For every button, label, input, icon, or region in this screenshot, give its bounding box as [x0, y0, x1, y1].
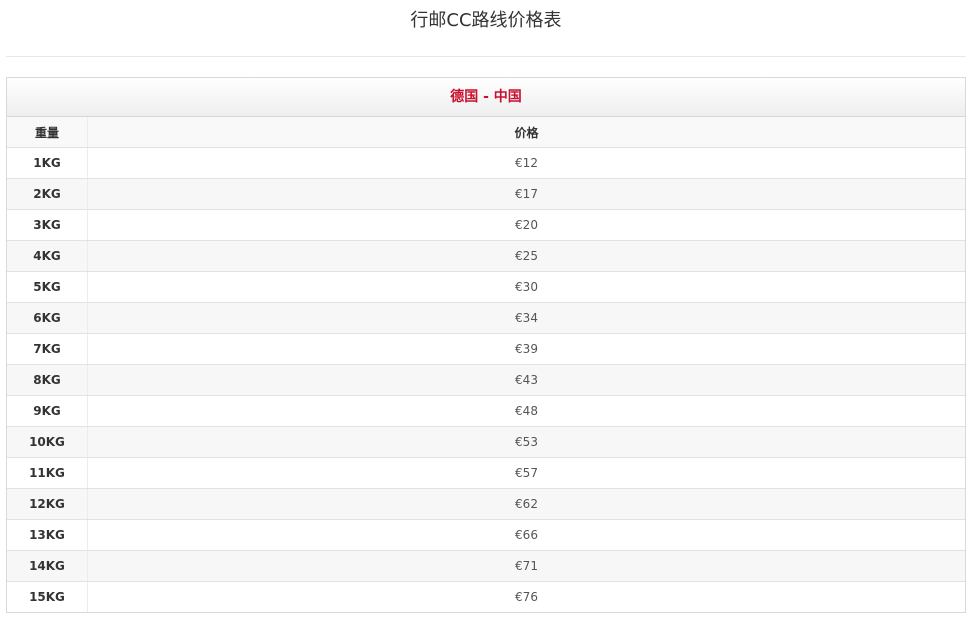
weight-cell: 13KG — [7, 519, 88, 551]
weight-cell: 1KG — [7, 147, 88, 179]
table-row: 2KG €17 — [7, 178, 965, 210]
price-cell: €57 — [87, 457, 965, 489]
price-cell: €66 — [87, 519, 965, 551]
table-row: 9KG €48 — [7, 395, 965, 427]
weight-cell: 4KG — [7, 240, 88, 272]
weight-cell: 11KG — [7, 457, 88, 489]
table-row: 1KG €12 — [7, 147, 965, 179]
title-divider — [6, 56, 966, 57]
weight-cell: 7KG — [7, 333, 88, 365]
table-body: 1KG €12 2KG €17 3KG €20 4KG €25 5KG €30 … — [7, 147, 965, 612]
price-cell: €43 — [87, 364, 965, 396]
price-cell: €25 — [87, 240, 965, 272]
price-cell: €53 — [87, 426, 965, 458]
table-header-row: 重量 价格 — [7, 117, 965, 148]
price-cell: €71 — [87, 550, 965, 582]
table-row: 4KG €25 — [7, 240, 965, 272]
price-cell: €12 — [87, 147, 965, 179]
table-row: 12KG €62 — [7, 488, 965, 520]
price-column-header: 价格 — [87, 117, 965, 148]
price-cell: €17 — [87, 178, 965, 210]
price-cell: €48 — [87, 395, 965, 427]
weight-cell: 5KG — [7, 271, 88, 303]
table-row: 10KG €53 — [7, 426, 965, 458]
price-cell: €34 — [87, 302, 965, 334]
weight-cell: 2KG — [7, 178, 88, 210]
table-head: 重量 价格 — [7, 117, 965, 148]
table-row: 5KG €30 — [7, 271, 965, 303]
price-panel: 德国 - 中国 重量 价格 1KG €12 2KG €17 3KG €20 4K… — [6, 77, 966, 613]
table-row: 13KG €66 — [7, 519, 965, 551]
price-cell: €62 — [87, 488, 965, 520]
weight-cell: 6KG — [7, 302, 88, 334]
weight-cell: 12KG — [7, 488, 88, 520]
table-row: 7KG €39 — [7, 333, 965, 365]
weight-cell: 3KG — [7, 209, 88, 241]
price-table: 重量 价格 1KG €12 2KG €17 3KG €20 4KG €25 5K… — [7, 117, 965, 612]
page-title: 行邮CC路线价格表 — [410, 10, 562, 31]
weight-cell: 14KG — [7, 550, 88, 582]
price-cell: €30 — [87, 271, 965, 303]
table-row: 14KG €71 — [7, 550, 965, 582]
weight-cell: 15KG — [7, 581, 88, 612]
route-title: 德国 - 中国 — [7, 78, 965, 117]
price-cell: €20 — [87, 209, 965, 241]
table-row: 8KG €43 — [7, 364, 965, 396]
table-row: 3KG €20 — [7, 209, 965, 241]
table-row: 15KG €76 — [7, 581, 965, 612]
weight-cell: 8KG — [7, 364, 88, 396]
price-cell: €39 — [87, 333, 965, 365]
table-row: 6KG €34 — [7, 302, 965, 334]
weight-column-header: 重量 — [7, 117, 88, 148]
page: 行邮CC路线价格表 德国 - 中国 重量 价格 1KG €12 2KG €17 — [0, 0, 972, 617]
price-cell: €76 — [87, 581, 965, 612]
table-row: 11KG €57 — [7, 457, 965, 489]
weight-cell: 10KG — [7, 426, 88, 458]
weight-cell: 9KG — [7, 395, 88, 427]
